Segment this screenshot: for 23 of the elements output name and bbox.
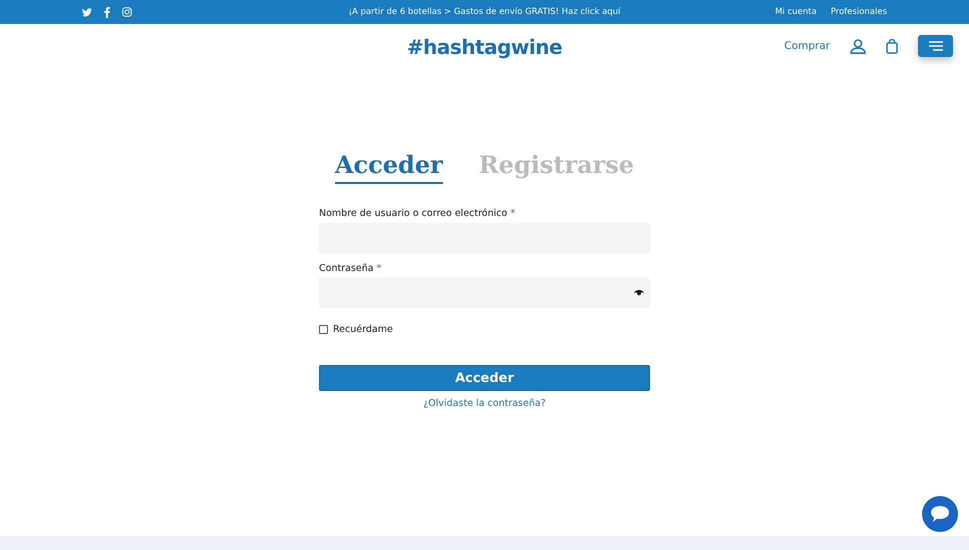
chat-bubble-icon — [930, 505, 950, 523]
twitter-icon[interactable] — [82, 8, 92, 16]
nav-link[interactable]: Comprar — [784, 40, 830, 52]
forgot-password-link[interactable]: ¿Olvidaste la contraseña? — [423, 398, 546, 409]
facebook-icon[interactable] — [104, 6, 110, 18]
instagram-icon[interactable] — [122, 7, 132, 17]
top-link[interactable]: Mi cuenta — [775, 7, 817, 17]
field-label: Nombre de usuario o correo electrónico * — [319, 208, 516, 219]
eye-icon[interactable] — [634, 290, 644, 296]
password-field[interactable] — [319, 278, 650, 308]
chat-button[interactable] — [922, 496, 958, 532]
promo-link[interactable]: ¡A partir de 6 botellas > Gastos de envío GRATIS! Haz click aquí — [302, 7, 667, 17]
checkbox-label: Recuérdame — [333, 324, 393, 335]
user-icon[interactable] — [850, 38, 866, 54]
menu-icon — [928, 41, 942, 51]
login-button[interactable]: Acceder — [319, 365, 650, 391]
shopping-bag-icon[interactable] — [886, 38, 898, 54]
checkbox[interactable] — [319, 325, 328, 334]
logo[interactable]: #hashtagwine — [406, 35, 562, 59]
menu-button[interactable] — [918, 35, 953, 57]
top-link[interactable]: Profesionales — [830, 7, 887, 17]
field-label: Contraseña * — [319, 263, 382, 274]
tab[interactable]: Acceder — [334, 150, 443, 184]
